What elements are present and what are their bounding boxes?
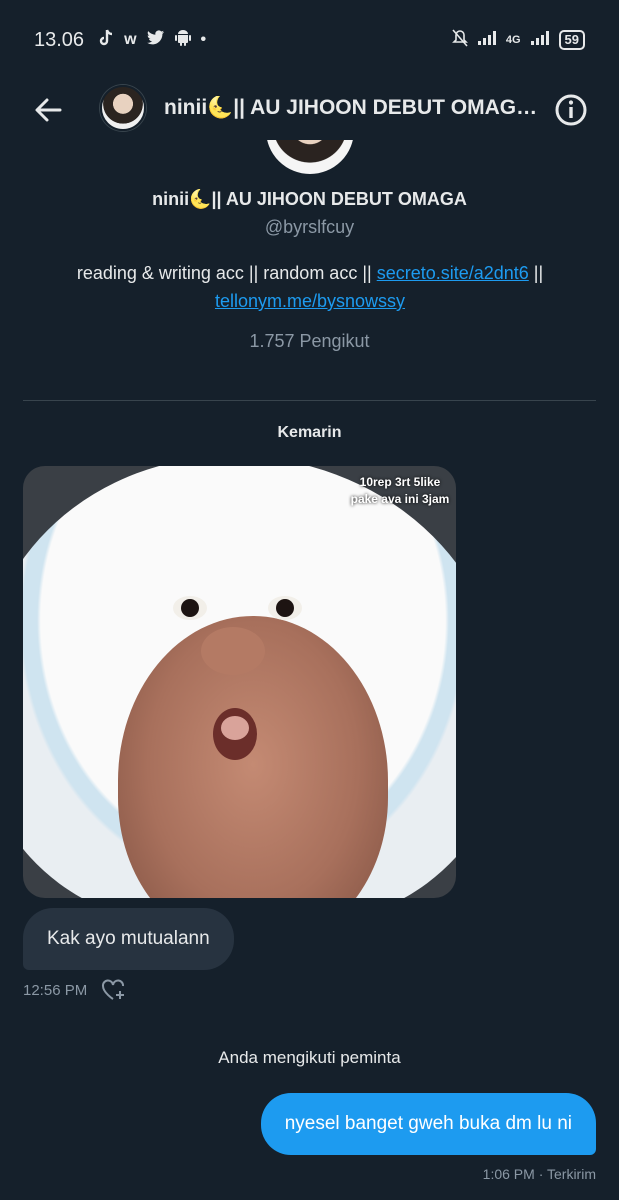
- date-separator: Kemarin: [277, 424, 342, 441]
- system-notice: Anda mengikuti peminta: [218, 1048, 401, 1067]
- back-button[interactable]: [30, 92, 66, 128]
- baby-features: [201, 627, 265, 760]
- status-right: 4G 59: [451, 29, 585, 51]
- w-icon: w: [124, 31, 137, 48]
- bio-text: reading & writing acc || random acc ||: [76, 263, 377, 283]
- outgoing-message-meta: 1:06 PM · Terkirim: [482, 1166, 596, 1182]
- signal-icon: [477, 31, 496, 49]
- incoming-message-text: Kak ayo mutualann: [47, 928, 210, 949]
- info-icon: [555, 94, 587, 126]
- bio-link-tellonym[interactable]: tellonym.me/bysnowssy: [215, 291, 405, 311]
- status-bar: 13.06 w • 4G 59: [0, 0, 619, 80]
- status-time: 13.06: [34, 28, 85, 51]
- incoming-message-time: 12:56 PM: [23, 981, 88, 999]
- divider: [23, 400, 596, 401]
- outgoing-message-bubble[interactable]: nyesel banget gweh buka dm lu ni: [260, 1093, 596, 1155]
- incoming-message-meta: 12:56 PM: [23, 978, 127, 1002]
- add-reaction-button[interactable]: [101, 978, 127, 1002]
- incoming-message-bubble[interactable]: Kak ayo mutualann: [23, 908, 234, 970]
- message-image[interactable]: 10rep 3rt 5like pake ava ini 3jam: [23, 466, 456, 898]
- status-left: 13.06 w •: [34, 29, 206, 52]
- header-title[interactable]: ninii🌜|| AU JIHOON DEBUT OMAGA...: [164, 96, 546, 120]
- bio-link-secreto[interactable]: secreto.site/a2dnt6: [377, 263, 529, 283]
- profile-name[interactable]: ninii🌜|| AU JIHOON DEBUT OMAGA: [0, 189, 619, 210]
- profile-avatar-image: [262, 140, 358, 178]
- battery-indicator: 59: [558, 30, 585, 50]
- info-button[interactable]: [553, 92, 589, 128]
- conversation-header: ninii🌜|| AU JIHOON DEBUT OMAGA...: [0, 80, 619, 138]
- android-icon: [174, 29, 191, 51]
- outgoing-message-text: nyesel banget gweh buka dm lu ni: [284, 1113, 572, 1134]
- arrow-left-icon: [35, 98, 62, 122]
- twitter-icon: [146, 30, 165, 50]
- tiktok-icon: [98, 29, 114, 52]
- header-avatar[interactable]: [100, 85, 146, 131]
- image-overlay-text: 10rep 3rt 5like pake ava ini 3jam: [350, 475, 450, 506]
- signal-icon-2: [530, 31, 549, 49]
- network-type: 4G: [505, 34, 521, 46]
- mute-icon: [451, 29, 468, 51]
- heart-plus-icon: [102, 979, 125, 1000]
- profile-avatar[interactable]: [262, 140, 358, 178]
- followers-count[interactable]: 1.757 Pengikut: [0, 331, 619, 352]
- bio-separator: ||: [528, 263, 544, 283]
- profile-handle[interactable]: @byrslfcuy: [0, 217, 619, 238]
- profile-bio: reading & writing acc || random acc || s…: [40, 259, 580, 315]
- notification-dot: •: [200, 31, 207, 48]
